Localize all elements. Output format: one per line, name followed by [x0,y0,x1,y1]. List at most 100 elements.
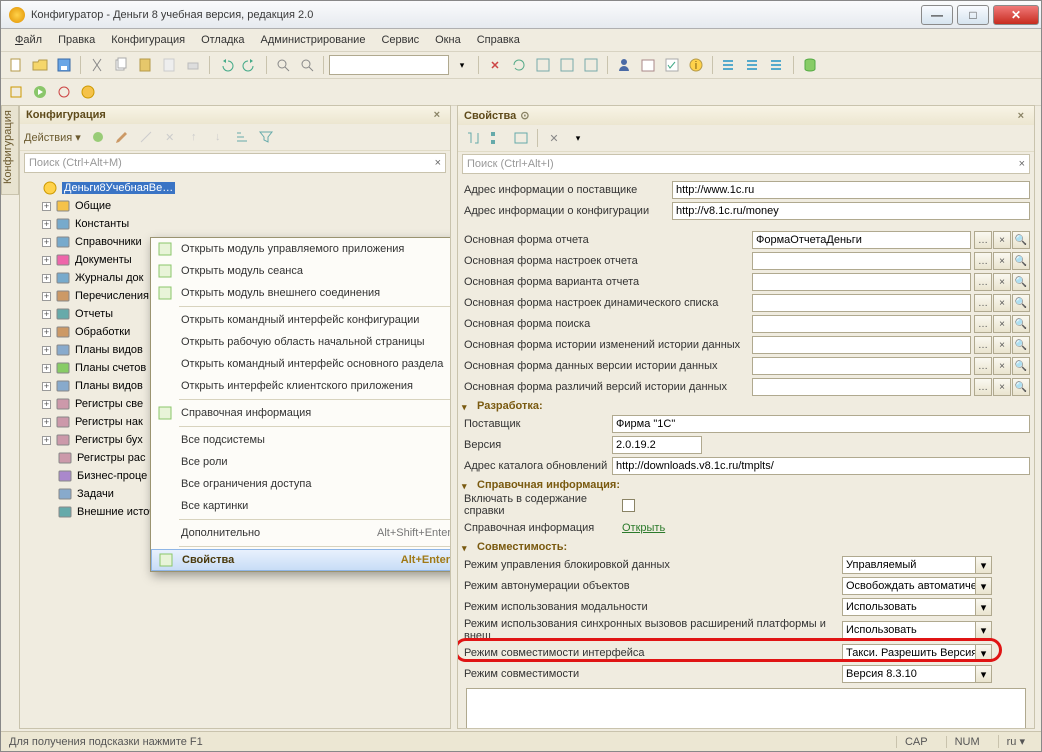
tool-c-icon[interactable] [580,54,602,76]
input-form-histdiff[interactable] [752,378,971,396]
config-tree[interactable]: Деньги8УчебнаяВе… +Общие+Константы+Справ… [20,175,450,728]
menu-windows[interactable]: Окна [429,32,467,48]
chevron-down-icon[interactable]: ▾ [975,578,991,594]
actions-menu[interactable]: Действия ▾ [24,131,85,144]
context-menu-item[interactable]: ДополнительноAlt+Shift+Enter [151,522,450,544]
select-sync[interactable]: Использовать▾ [842,621,992,639]
chevron-down-icon[interactable]: ▾ [975,645,991,661]
btn-ellipsis[interactable]: … [974,231,992,249]
context-menu-item[interactable]: Открыть модуль внешнего соединения [151,282,450,304]
tree-root[interactable]: Деньги8УчебнаяВе… [26,179,444,197]
btn-clear[interactable]: × [993,336,1011,354]
chevron-down-icon[interactable]: ▾ [975,599,991,615]
context-menu-item[interactable]: Все подсистемы [151,429,450,451]
find-icon[interactable] [272,54,294,76]
expand-icon[interactable]: + [42,274,51,283]
prop-abc-icon[interactable] [510,127,532,149]
menu-help[interactable]: Справка [471,32,526,48]
check-icon[interactable] [661,54,683,76]
refresh-icon[interactable] [508,54,530,76]
expand-icon[interactable]: + [42,238,51,247]
info-icon[interactable]: i [685,54,707,76]
menu-file[interactable]: Файл [9,32,48,48]
chevron-down-icon[interactable]: ▾ [975,622,991,638]
btn-clear[interactable]: × [993,294,1011,312]
select-lock-mode[interactable]: Управляемый▾ [842,556,992,574]
menu-debug[interactable]: Отладка [195,32,250,48]
section-help[interactable]: Справочная информация: [462,479,1030,491]
input-vendor-url[interactable]: http://www.1c.ru [672,181,1030,199]
tb-edit-icon[interactable] [111,126,133,148]
btn-find[interactable]: 🔍 [1012,336,1030,354]
cut-icon[interactable] [86,54,108,76]
prop-sort-icon[interactable] [462,127,484,149]
context-menu-item[interactable]: Открыть интерфейс клиентского приложения [151,375,450,397]
status-lang[interactable]: ru ▾ [998,735,1033,748]
properties-search-clear-icon[interactable]: × [1019,158,1025,170]
btn-ellipsis[interactable]: … [974,315,992,333]
expand-icon[interactable]: + [42,220,51,229]
context-menu-item[interactable]: Справочная информация [151,402,450,424]
link-open-help[interactable]: Открыть [622,522,665,534]
chevron-down-icon[interactable]: ▾ [975,666,991,682]
new-icon[interactable] [5,54,27,76]
debug-pause-icon[interactable] [53,81,75,103]
input-form-report[interactable]: ФормаОтчетаДеньги [752,231,971,249]
btn-clear[interactable]: × [993,357,1011,375]
select-compat-mode[interactable]: Версия 8.3.10▾ [842,665,992,683]
input-form-settings[interactable] [752,252,971,270]
description-memo[interactable] [466,688,1026,728]
context-menu-item[interactable]: Открыть командный интерфейс основного ра… [151,353,450,375]
input-config-url[interactable]: http://v8.1c.ru/money [672,202,1030,220]
menu-admin[interactable]: Администрирование [255,32,372,48]
btn-find[interactable]: 🔍 [1012,315,1030,333]
combo-dropdown-icon[interactable]: ▾ [451,54,473,76]
tool-b-icon[interactable] [556,54,578,76]
input-form-search[interactable] [752,315,971,333]
btn-clear[interactable]: × [993,231,1011,249]
sidebar-tab-config[interactable]: Конфигурация [1,105,19,195]
tb-sort-icon[interactable] [231,126,253,148]
btn-find[interactable]: 🔍 [1012,252,1030,270]
search-combo[interactable] [329,55,449,75]
section-compat[interactable]: Совместимость: [462,541,1030,553]
expand-icon[interactable]: + [42,364,51,373]
panel-config-close-icon[interactable]: × [430,109,444,121]
section-dev[interactable]: Разработка: [462,400,1030,412]
btn-ellipsis[interactable]: … [974,273,992,291]
panel-properties-close-icon[interactable]: × [1014,110,1028,122]
expand-icon[interactable]: + [42,202,51,211]
btn-ellipsis[interactable]: … [974,294,992,312]
input-vendor[interactable]: Фирма "1С" [612,415,1030,433]
select-autonum[interactable]: Освобождать автоматиче▾ [842,577,992,595]
config-search[interactable]: Поиск (Ctrl+Alt+M) × [24,153,446,173]
expand-icon[interactable]: + [42,328,51,337]
select-modal[interactable]: Использовать▾ [842,598,992,616]
btn-ellipsis[interactable]: … [974,357,992,375]
btn-find[interactable]: 🔍 [1012,273,1030,291]
expand-icon[interactable]: + [42,292,51,301]
debug-play-icon[interactable] [29,81,51,103]
zoom-icon[interactable] [296,54,318,76]
tool-a-icon[interactable] [532,54,554,76]
btn-ellipsis[interactable]: … [974,378,992,396]
copy-icon[interactable] [110,54,132,76]
context-menu-item[interactable]: Все картинки [151,495,450,517]
expand-icon[interactable]: + [42,310,51,319]
btn-find[interactable]: 🔍 [1012,294,1030,312]
menu-config[interactable]: Конфигурация [105,32,191,48]
menu-edit[interactable]: Правка [52,32,101,48]
context-menu-item[interactable]: Открыть модуль управляемого приложения [151,238,450,260]
chevron-down-icon[interactable]: ▾ [975,557,991,573]
prop-dd-icon[interactable]: ▾ [567,127,589,149]
tb-filter-icon[interactable] [255,126,277,148]
close-button[interactable]: ✕ [993,5,1039,25]
list-c-icon[interactable] [766,54,788,76]
expand-icon[interactable]: + [42,400,51,409]
context-menu-item[interactable]: Открыть рабочую область начальной страни… [151,331,450,353]
btn-find[interactable]: 🔍 [1012,231,1030,249]
input-form-histver[interactable] [752,357,971,375]
expand-icon[interactable]: + [42,436,51,445]
input-form-histchg[interactable] [752,336,971,354]
config-search-clear-icon[interactable]: × [435,157,441,169]
